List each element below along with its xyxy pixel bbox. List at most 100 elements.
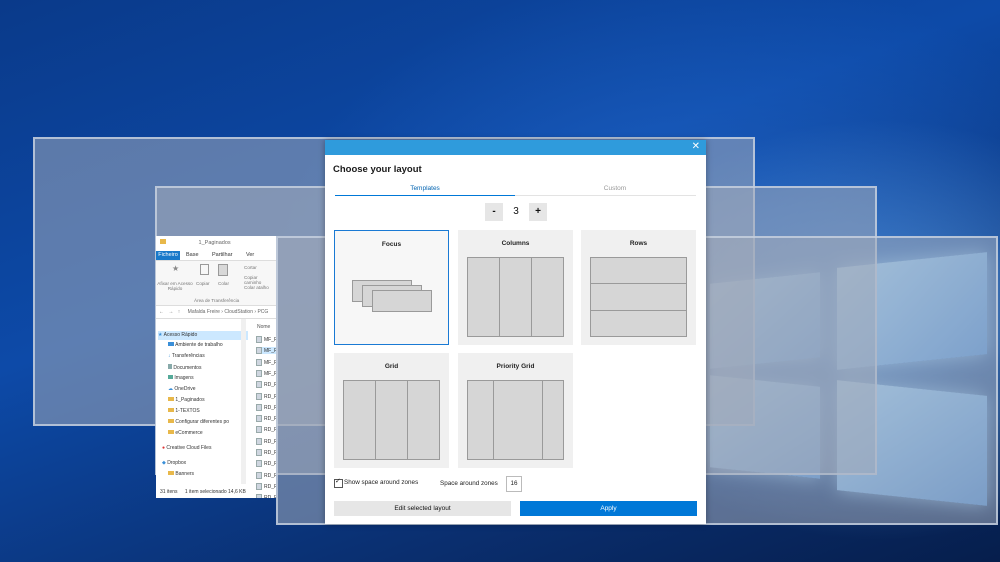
- nav-label: Dropbox: [167, 460, 187, 466]
- file-row[interactable]: RD_PCG 287_APPS_He: [256, 381, 276, 389]
- nav-item[interactable]: Imagens: [168, 375, 194, 381]
- template-columns[interactable]: Columns: [458, 230, 573, 345]
- file-row[interactable]: RD_PCG 287_LAB_Dyna: [256, 426, 276, 434]
- file-row[interactable]: RD_PCG 287_DESCOMP: [256, 392, 276, 400]
- show-space-label: Show space around zones: [344, 479, 419, 486]
- ribbon-copiar-caminho[interactable]: Copiar caminho: [244, 275, 276, 285]
- nav-item[interactable]: Ambiente de trabalho: [168, 342, 223, 348]
- nav-item[interactable]: ★ Acesso Rápido: [158, 331, 248, 340]
- column-header-name[interactable]: Nome: [257, 324, 270, 330]
- increase-zones-button[interactable]: +: [529, 203, 547, 221]
- documents-icon: [168, 364, 172, 369]
- up-arrow-icon[interactable]: ↑: [178, 309, 181, 315]
- file-row[interactable]: MF_PCG 287_ON_Colu: [256, 369, 276, 377]
- file-name: MF_PCG 287_ON_Colu: [264, 370, 276, 377]
- priority-grid-preview: [467, 380, 564, 460]
- ribbon-group-label: Área de Transferência: [194, 298, 240, 303]
- nav-label: Ambiente de trabalho: [175, 342, 223, 348]
- nav-label: Creative Cloud Files: [166, 445, 212, 451]
- file-name: MF_PCG 287_BOOT_Co: [264, 336, 276, 343]
- document-icon: [256, 426, 262, 434]
- file-row[interactable]: RD_PCG 287_LAB_Sams: [256, 471, 276, 479]
- close-icon[interactable]: ✕: [692, 141, 700, 153]
- space-around-zones-input[interactable]: 16: [506, 476, 522, 492]
- folder-icon: [168, 471, 174, 475]
- document-icon: [256, 347, 262, 355]
- template-focus[interactable]: Focus: [334, 230, 449, 345]
- file-name: RD_PCG 287_LAB_Epso: [264, 438, 276, 445]
- file-row[interactable]: RD_PCG 287_LAB_HP E: [256, 449, 276, 456]
- back-arrow-icon[interactable]: ←: [159, 309, 164, 315]
- ribbon-copiar[interactable]: Copiar: [196, 281, 210, 286]
- file-row[interactable]: MF_PCG 287_BOOT_Co: [256, 336, 276, 343]
- ribbon-tab-partilhar[interactable]: Partilhar: [212, 252, 232, 258]
- pin-icon[interactable]: ★: [172, 264, 179, 273]
- breadcrumb-item[interactable]: CloudStation: [224, 309, 253, 315]
- edit-layout-button[interactable]: Edit selected layout: [334, 501, 511, 516]
- star-icon: ★: [158, 332, 163, 338]
- creative-cloud-icon: ●: [162, 445, 166, 451]
- nav-item[interactable]: eCommerce: [168, 430, 203, 436]
- file-name: RD_PCG 287_GADGETS_: [264, 404, 276, 411]
- file-name: RD_PCG 287_APPS_He: [264, 382, 276, 389]
- file-row[interactable]: RD_PCG 287_GADGETS_: [256, 415, 276, 423]
- explorer-title: 1_Paginados: [198, 240, 231, 246]
- show-space-checkbox[interactable]: [334, 477, 343, 488]
- ribbon-cortar[interactable]: Cortar: [244, 265, 257, 270]
- ribbon-colar-atalho[interactable]: Colar atalho: [244, 285, 269, 290]
- breadcrumb-item[interactable]: PCG: [257, 309, 268, 315]
- nav-item[interactable]: Banners: [168, 471, 194, 477]
- decrease-zones-button[interactable]: -: [485, 203, 503, 221]
- file-row[interactable]: RD_PCG 287_GADGETS_: [256, 403, 276, 411]
- file-name: MF_PCG 287_MACGUA: [264, 359, 276, 366]
- space-around-zones-label: Space around zones: [440, 480, 498, 487]
- ribbon-afixar[interactable]: Afixar em Acesso Rápido: [157, 281, 193, 291]
- dialog-titlebar[interactable]: ✕: [325, 140, 706, 155]
- nav-item[interactable]: 1-TEXTOS: [168, 408, 200, 414]
- copy-icon[interactable]: [200, 264, 209, 275]
- grid-preview: [343, 380, 440, 460]
- status-item-count: 31 itens: [160, 489, 178, 495]
- file-row[interactable]: RD_PCG 287_LAB_Epso: [256, 437, 276, 445]
- focus-preview: [344, 258, 441, 338]
- breadcrumb-item[interactable]: Mafalda Freire: [188, 309, 220, 315]
- nav-item[interactable]: ● Creative Cloud Files: [162, 445, 211, 451]
- file-row[interactable]: MF_PCG 287_MACGUA: [256, 358, 276, 366]
- nav-item[interactable]: ◆ Dropbox: [162, 460, 186, 466]
- template-label: Focus: [381, 241, 402, 248]
- pictures-icon: [168, 375, 173, 379]
- tab-templates[interactable]: Templates: [335, 185, 515, 192]
- file-row[interactable]: MF_PCG 287_BOOT_Da: [256, 347, 276, 355]
- document-icon: [256, 392, 262, 400]
- rows-preview: [590, 257, 687, 337]
- tab-custom[interactable]: Custom: [525, 185, 705, 192]
- columns-preview: [467, 257, 564, 337]
- nav-item[interactable]: Configurar diferentes po: [168, 419, 229, 425]
- apply-button[interactable]: Apply: [520, 501, 697, 516]
- paste-icon[interactable]: [218, 264, 228, 276]
- ribbon-tab-ficheiro[interactable]: Ficheiro: [156, 251, 180, 260]
- template-rows[interactable]: Rows: [581, 230, 696, 345]
- nav-item[interactable]: Documentos: [168, 364, 201, 371]
- nav-item[interactable]: 1_Paginados: [168, 397, 205, 403]
- file-name: RD_PCG 287_DESCOMP: [264, 393, 276, 400]
- nav-item[interactable]: ☁ OneDrive: [168, 386, 196, 392]
- nav-label: Banners: [175, 471, 195, 477]
- nav-label: eCommerce: [175, 430, 203, 436]
- ribbon-tab-base[interactable]: Base: [186, 252, 199, 258]
- cloud-icon: ☁: [168, 386, 173, 392]
- nav-label: Configurar diferentes po: [175, 419, 230, 425]
- template-grid[interactable]: Grid: [334, 353, 449, 468]
- active-tab-indicator: [335, 195, 515, 196]
- template-priority-grid[interactable]: Priority Grid: [458, 353, 573, 468]
- nav-item[interactable]: ↓ Transferências: [168, 353, 205, 359]
- folder-icon: [160, 239, 166, 244]
- document-icon: [256, 415, 262, 423]
- status-bar: 31 itens 1 item selecionado 14,6 KB: [156, 487, 276, 497]
- breadcrumb[interactable]: Mafalda Freire › CloudStation › PCG: [188, 309, 269, 315]
- ribbon-tab-ver[interactable]: Ver: [246, 252, 254, 258]
- forward-arrow-icon[interactable]: →: [168, 309, 173, 315]
- file-row[interactable]: RD_PCG 287_LAB_Leno: [256, 460, 276, 468]
- ribbon-colar[interactable]: Colar: [218, 281, 229, 286]
- nav-scrollbar[interactable]: [241, 319, 246, 484]
